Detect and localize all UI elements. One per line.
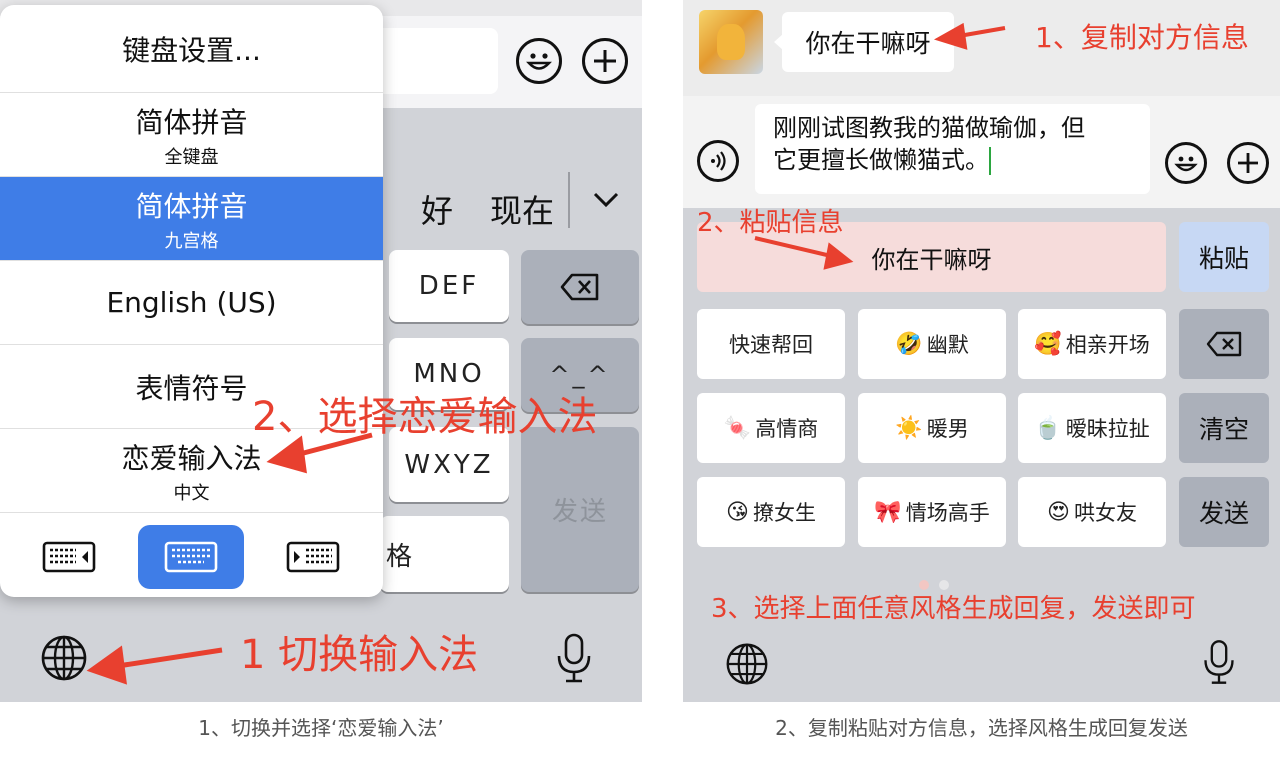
annotation-arrows xyxy=(754,22,1006,270)
left-screenshot: 好 现在 DEF MNO ^_^ WXYZ 发送 格 键盘设置... 简体拼音 … xyxy=(0,0,642,702)
right-caption: 2、复制粘贴对方信息，选择风格生成回复发送 xyxy=(775,716,1188,740)
right-screenshot: 你在干嘛呀 刚刚试图教我的猫做瑜伽，但 它更擅长做懒猫式。 你在干嘛呀 粘贴 快… xyxy=(683,0,1280,702)
left-caption: 1、切换并选择‘恋爱输入法’ xyxy=(198,716,444,740)
annotation-arrows xyxy=(86,432,373,685)
